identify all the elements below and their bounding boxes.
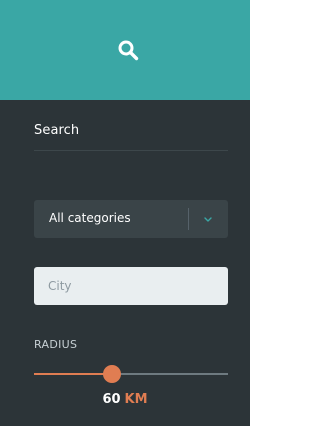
category-select-value: All categories (49, 211, 131, 225)
slider-thumb[interactable] (103, 365, 121, 383)
radius-unit: KM (124, 392, 148, 407)
chevron-down-icon[interactable] (202, 213, 214, 225)
category-select[interactable]: All categories (34, 200, 228, 238)
city-input[interactable] (34, 267, 228, 305)
select-separator (188, 208, 189, 230)
divider (34, 150, 228, 151)
radius-slider[interactable] (34, 364, 228, 384)
search-panel: Search All categories RADIUS 60KM (0, 0, 250, 426)
radius-label: RADIUS (34, 338, 78, 351)
slider-fill (34, 373, 112, 375)
section-title: Search (34, 123, 80, 138)
search-icon[interactable] (117, 39, 139, 61)
radius-value: 60 (102, 392, 121, 407)
search-header (0, 0, 250, 100)
radius-value-display: 60 KM (0, 392, 250, 407)
